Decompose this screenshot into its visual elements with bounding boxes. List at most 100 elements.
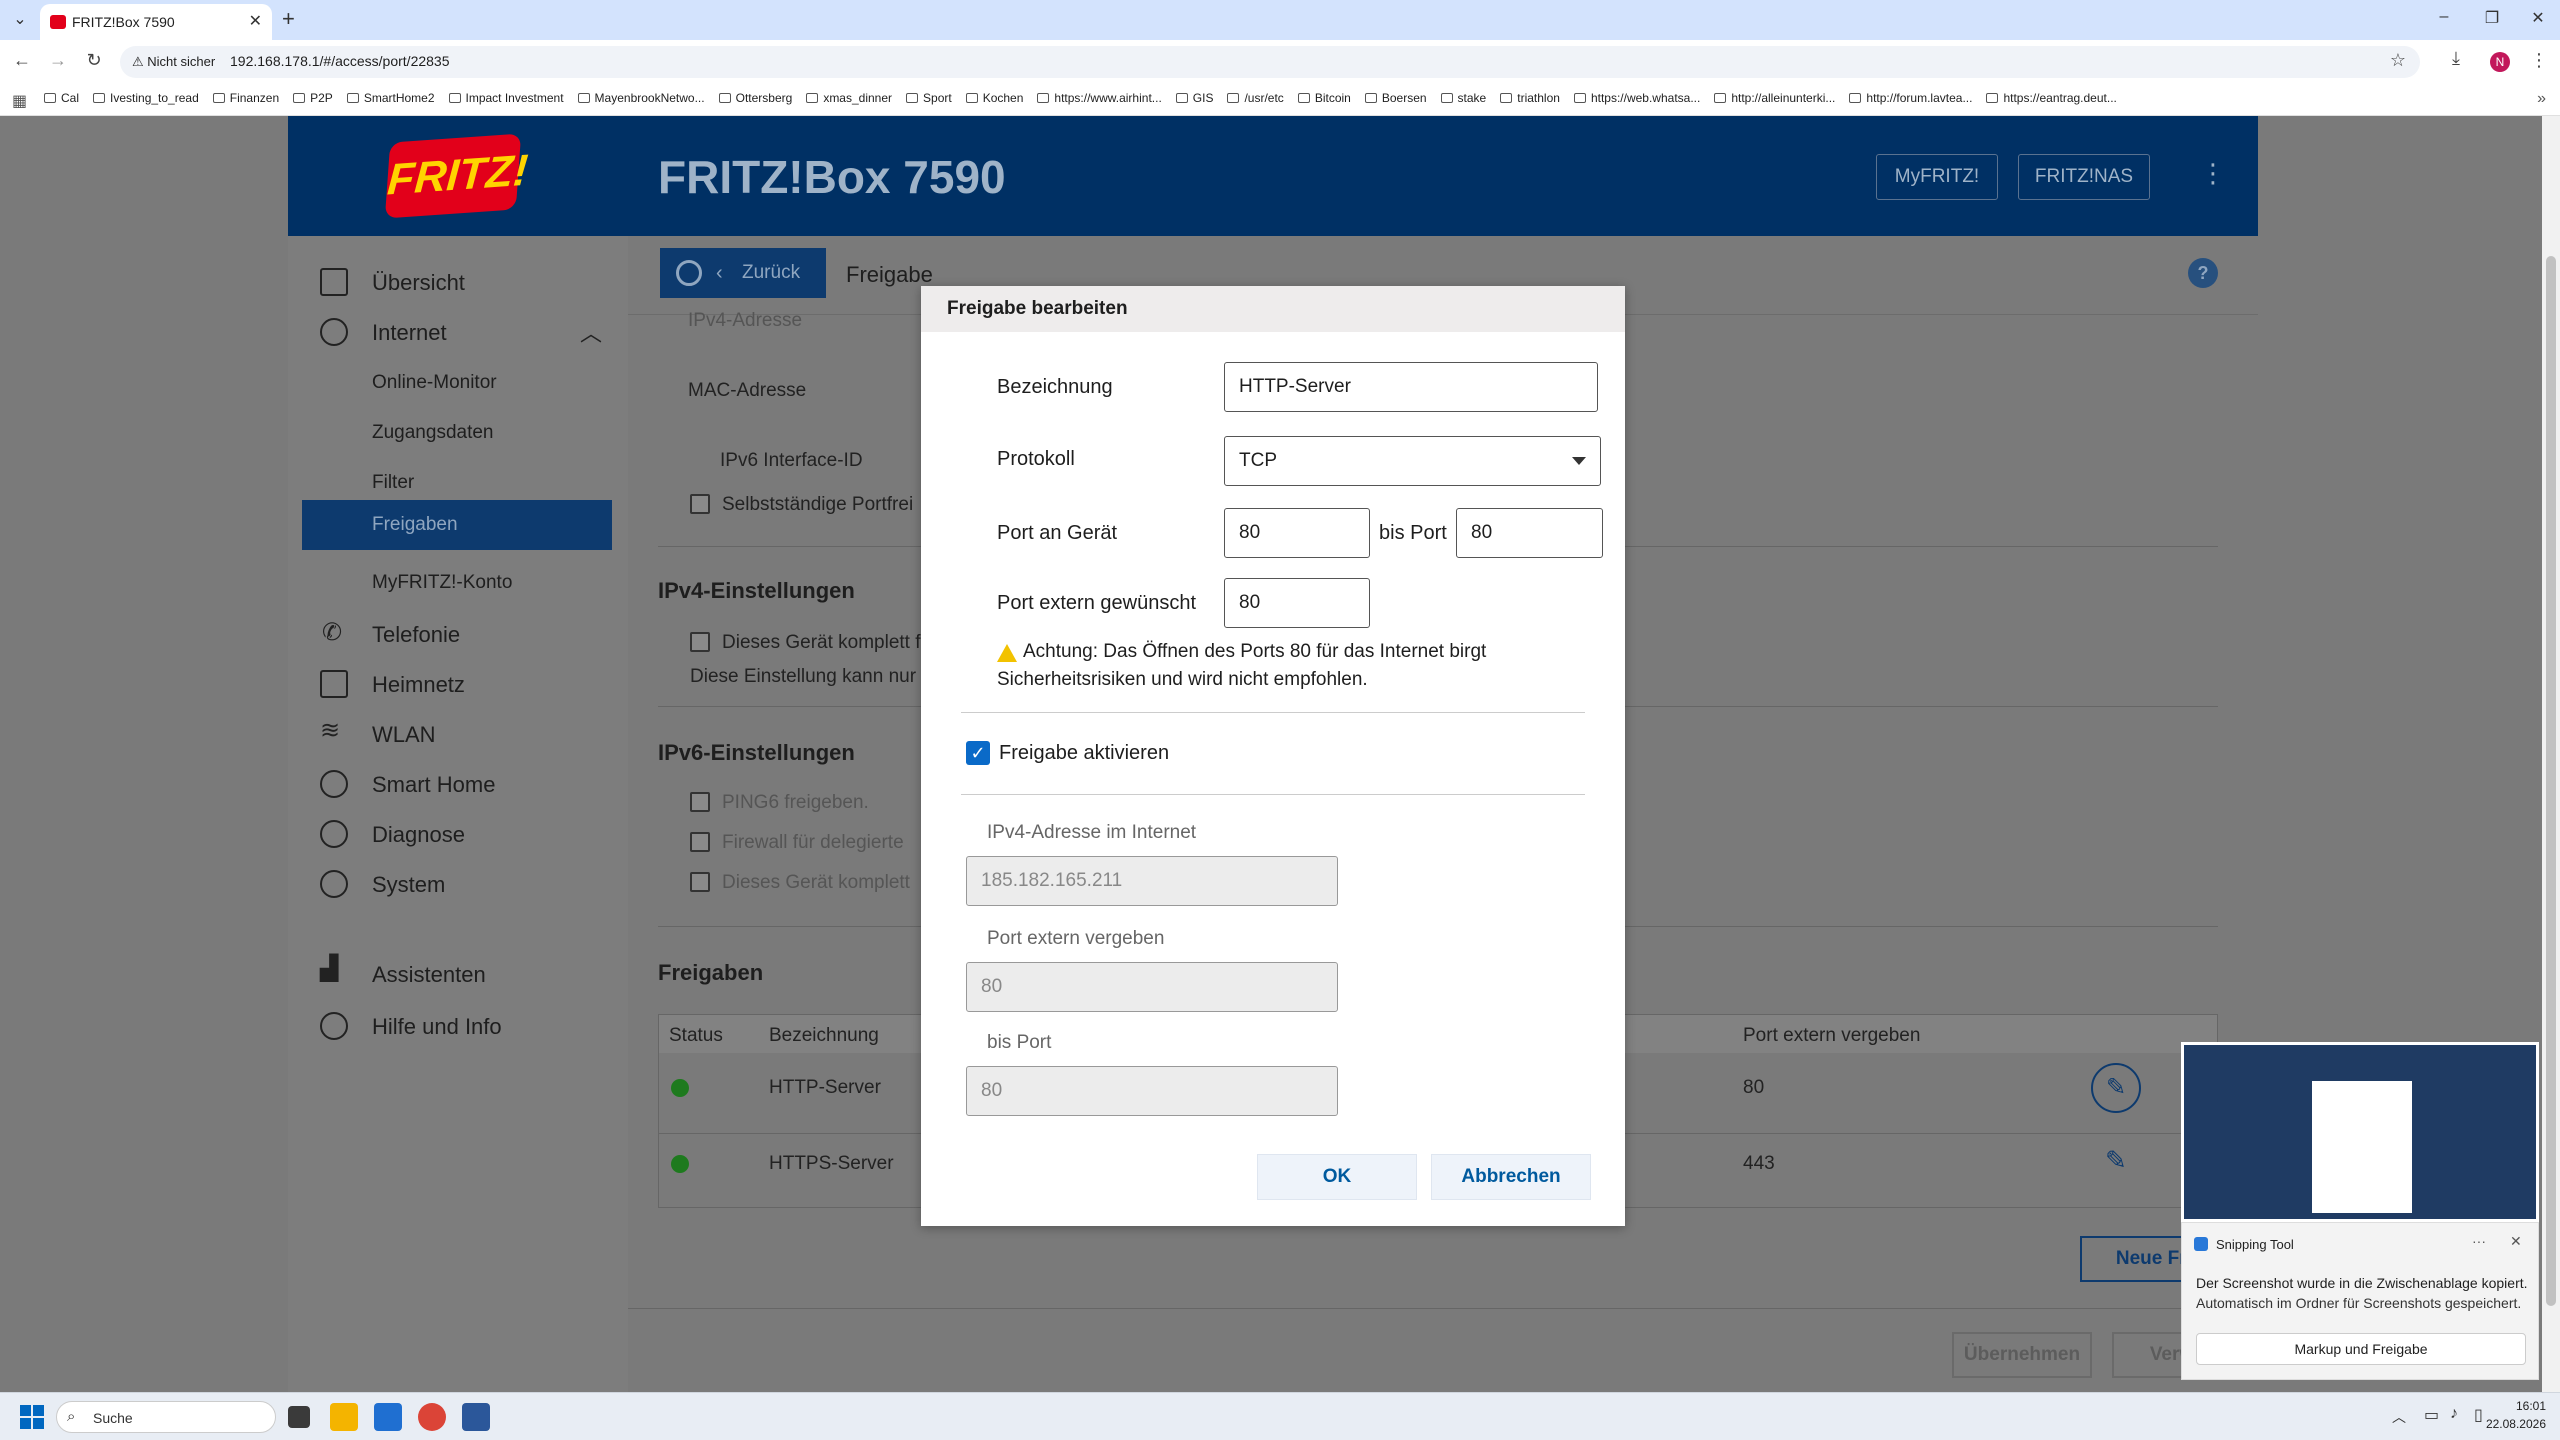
bookmark-item[interactable]: http://forum.lavtea... bbox=[1849, 91, 1972, 105]
scrollbar-thumb[interactable] bbox=[2546, 256, 2556, 1306]
bookmark-item[interactable]: https://www.airhint... bbox=[1037, 91, 1162, 105]
fritz-logo[interactable]: FRITZ! bbox=[384, 133, 530, 219]
bookmark-star-icon[interactable]: ☆ bbox=[2390, 50, 2406, 71]
ipv6-exposed-checkbox[interactable] bbox=[690, 872, 710, 892]
sidebar-item-diagnose[interactable]: Diagnose bbox=[372, 822, 465, 848]
browser-tab[interactable]: FRITZ!Box 7590 ✕ bbox=[40, 4, 272, 40]
snipping-thumbnail[interactable] bbox=[2181, 1042, 2539, 1222]
chrome-icon[interactable] bbox=[418, 1403, 446, 1431]
bookmark-label: Cal bbox=[61, 91, 80, 105]
back-arrow-icon[interactable]: ← bbox=[10, 50, 34, 71]
bookmark-item[interactable]: stake bbox=[1440, 91, 1486, 105]
browser-menu-icon[interactable]: ⋮ bbox=[2530, 50, 2548, 71]
chevron-up-icon[interactable]: ︿ bbox=[580, 316, 602, 348]
sidebar-item-system[interactable]: System bbox=[372, 872, 445, 898]
name-input[interactable] bbox=[1224, 362, 1598, 412]
bookmark-item[interactable]: Ottersberg bbox=[718, 91, 792, 105]
markup-share-button[interactable]: Markup und Freigabe bbox=[2196, 1333, 2526, 1365]
sidebar-item-zugangsdaten[interactable]: Zugangsdaten bbox=[372, 422, 494, 444]
bookmark-item[interactable]: P2P bbox=[293, 91, 333, 105]
not-secure-badge[interactable]: ⚠ Nicht sicher bbox=[132, 54, 215, 70]
sidebar-item-assistenten[interactable]: Assistenten bbox=[372, 962, 486, 988]
ext-port-wish-input[interactable] bbox=[1224, 578, 1370, 628]
network-tray-icon[interactable]: ▭ bbox=[2424, 1405, 2439, 1425]
restore-icon[interactable]: ❐ bbox=[2480, 8, 2504, 28]
ipv4-exposed-checkbox[interactable] bbox=[690, 632, 710, 652]
bookmark-item[interactable]: Kochen bbox=[965, 91, 1023, 105]
minimize-icon[interactable]: – bbox=[2432, 8, 2456, 26]
bookmark-item[interactable]: MayenbrookNetwo... bbox=[577, 91, 705, 105]
bookmark-item[interactable]: /usr/etc bbox=[1227, 91, 1284, 105]
file-explorer-icon[interactable] bbox=[330, 1403, 358, 1431]
bookmark-item[interactable]: Ivesting_to_read bbox=[93, 91, 199, 105]
fritznas-button[interactable]: FRITZ!NAS bbox=[2018, 154, 2150, 200]
firewall-checkbox[interactable] bbox=[690, 832, 710, 852]
bookmark-item[interactable]: Finanzen bbox=[212, 91, 279, 105]
bookmark-item[interactable]: Sport bbox=[906, 91, 952, 105]
sidebar-item-uebersicht[interactable]: Übersicht bbox=[372, 270, 465, 296]
sidebar-item-hilfe-und-info[interactable]: Hilfe und Info bbox=[372, 1014, 502, 1040]
bookmark-item[interactable]: GIS bbox=[1175, 91, 1213, 105]
protocol-select[interactable]: TCP bbox=[1224, 436, 1601, 486]
help-icon[interactable]: ? bbox=[2188, 258, 2218, 288]
download-icon[interactable]: ⤓ bbox=[2452, 48, 2460, 69]
sidebar-item-online-monitor[interactable]: Online-Monitor bbox=[372, 372, 497, 394]
tab-search-chevron-icon[interactable]: ⌄ bbox=[8, 8, 32, 32]
more-options-icon[interactable]: ··· bbox=[2472, 1233, 2486, 1249]
activate-checkbox[interactable]: ✓ bbox=[966, 741, 990, 765]
url-text[interactable]: 192.168.178.1/#/access/port/22835 bbox=[230, 53, 450, 69]
table-row-name: HTTPS-Server bbox=[769, 1153, 894, 1174]
self-port-checkbox[interactable] bbox=[690, 494, 710, 514]
windows-start-icon[interactable] bbox=[20, 1405, 44, 1429]
taskbar-search[interactable]: ⌕ Suche bbox=[56, 1401, 276, 1433]
bookmark-item[interactable]: Boersen bbox=[1364, 91, 1427, 105]
sidebar-item-freigaben[interactable]: Freigaben bbox=[302, 500, 612, 550]
mail-app-icon[interactable] bbox=[374, 1403, 402, 1431]
volume-icon[interactable]: ♪ bbox=[2450, 1405, 2458, 1423]
ping6-checkbox[interactable] bbox=[690, 792, 710, 812]
port-device-input[interactable] bbox=[1224, 508, 1370, 558]
sidebar-item-telefonie[interactable]: Telefonie bbox=[372, 622, 460, 648]
bookmark-item[interactable]: Cal bbox=[44, 91, 79, 105]
page-scrollbar[interactable] bbox=[2542, 116, 2560, 1392]
bookmark-item[interactable]: https://eantrag.deut... bbox=[1986, 91, 2117, 105]
reload-icon[interactable]: ↻ bbox=[82, 50, 106, 71]
bookmark-item[interactable]: xmas_dinner bbox=[806, 91, 892, 105]
back-button[interactable]: ‹ Zurück bbox=[660, 248, 826, 298]
clock-time[interactable]: 16:01 bbox=[2490, 1399, 2546, 1413]
apps-grid-icon[interactable]: ▦ bbox=[12, 91, 27, 111]
forward-arrow-icon[interactable]: → bbox=[46, 50, 70, 71]
sidebar-item-myfritz-konto[interactable]: MyFRITZ!-Konto bbox=[372, 572, 512, 594]
bookmark-item[interactable]: SmartHome2 bbox=[346, 91, 435, 105]
edit-pencil-icon[interactable]: ✎ bbox=[2091, 1063, 2141, 1113]
bookmark-item[interactable]: https://web.whatsa... bbox=[1573, 91, 1700, 105]
bookmark-item[interactable]: Impact Investment bbox=[448, 91, 564, 105]
edit-pencil-icon[interactable]: ✎ bbox=[2105, 1145, 2127, 1176]
myfritz-button[interactable]: MyFRITZ! bbox=[1876, 154, 1998, 200]
apply-button[interactable]: Übernehmen bbox=[1952, 1332, 2092, 1378]
sidebar-item-filter[interactable]: Filter bbox=[372, 472, 414, 494]
bookmark-item[interactable]: triathlon bbox=[1500, 91, 1560, 105]
to-port-input[interactable] bbox=[1456, 508, 1603, 558]
address-bar[interactable]: ⚠ Nicht sicher 192.168.178.1/#/access/po… bbox=[120, 46, 2420, 78]
bookmarks-overflow-icon[interactable]: » bbox=[2537, 90, 2546, 108]
new-tab-button[interactable]: + bbox=[282, 6, 295, 32]
word-icon[interactable] bbox=[462, 1403, 490, 1431]
sidebar-item-heimnetz[interactable]: Heimnetz bbox=[372, 672, 465, 698]
profile-avatar[interactable]: N bbox=[2490, 52, 2510, 72]
tray-chevron-up-icon[interactable]: ︿ bbox=[2392, 1407, 2406, 1427]
clock-date[interactable]: 22.08.2026 bbox=[2480, 1417, 2546, 1431]
close-window-icon[interactable]: ✕ bbox=[2526, 8, 2550, 28]
bookmark-item[interactable]: Bitcoin bbox=[1297, 91, 1351, 105]
activate-label[interactable]: Freigabe aktivieren bbox=[999, 742, 1169, 765]
sidebar-item-smart-home[interactable]: Smart Home bbox=[372, 772, 495, 798]
cancel-button[interactable]: Abbrechen bbox=[1431, 1154, 1591, 1200]
bookmark-item[interactable]: http://alleinunterki... bbox=[1714, 91, 1835, 105]
tab-close-icon[interactable]: ✕ bbox=[249, 11, 262, 31]
sidebar-item-wlan[interactable]: WLAN bbox=[372, 722, 436, 748]
ok-button[interactable]: OK bbox=[1257, 1154, 1417, 1200]
task-view-icon[interactable] bbox=[288, 1406, 310, 1428]
header-menu-icon[interactable]: ⋮ bbox=[2200, 158, 2226, 189]
sidebar-item-internet[interactable]: Internet bbox=[372, 320, 447, 346]
close-icon[interactable]: ✕ bbox=[2510, 1233, 2522, 1250]
